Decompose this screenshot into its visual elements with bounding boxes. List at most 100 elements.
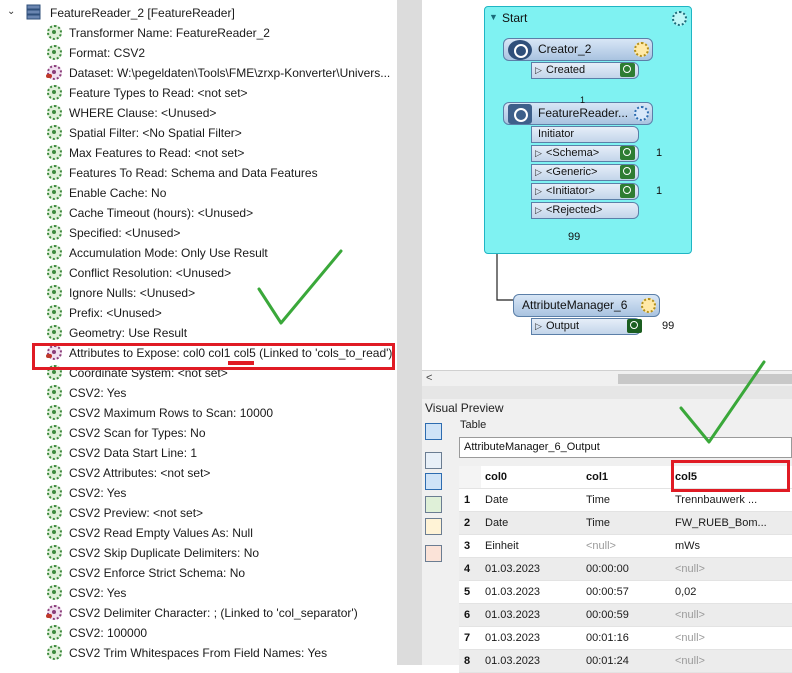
inspect-icon[interactable] (620, 165, 635, 179)
parameter-row[interactable]: CSV2: Yes (0, 583, 397, 603)
parameter-row[interactable]: CSV2 Enforce Strict Schema: No (0, 563, 397, 583)
table-cell[interactable]: 01.03.2023 (481, 604, 582, 627)
bookmark-title: Start (502, 11, 528, 25)
parameter-label: CSV2 Scan for Types: No (69, 426, 206, 440)
gear-icon (47, 85, 62, 100)
table-cell[interactable]: 00:01:16 (582, 627, 671, 650)
table-cell[interactable]: Date (481, 489, 582, 512)
table-cell[interactable]: 01.03.2023 (481, 627, 582, 650)
gear-icon (47, 265, 62, 280)
table-cell[interactable]: Time (582, 489, 671, 512)
table-cell[interactable]: <null> (582, 535, 671, 558)
chevron-down-icon[interactable]: ▼ (489, 12, 498, 22)
row-number: 7 (459, 627, 481, 650)
gear-icon[interactable] (634, 42, 649, 57)
visual-preview-title: Visual Preview (425, 401, 504, 415)
inspect-icon[interactable] (620, 146, 635, 160)
table-cell[interactable]: Einheit (481, 535, 582, 558)
parameter-row[interactable]: CSV2 Trim Whitespaces From Field Names: … (0, 643, 397, 663)
table-cell[interactable]: <null> (671, 604, 792, 627)
parameter-row[interactable]: Spatial Filter: <No Spatial Filter> (0, 123, 397, 143)
parameter-label: Enable Cache: No (69, 186, 167, 200)
col5-underline-mark (228, 361, 254, 365)
parameter-row[interactable]: Max Features to Read: <not set> (0, 143, 397, 163)
parameter-row[interactable]: Transformer Name: FeatureReader_2 (0, 23, 397, 43)
parameter-row[interactable]: Dataset: W:\pegeldaten\Tools\FME\zrxp-Ko… (0, 63, 397, 83)
parameter-row[interactable]: CSV2 Preview: <not set> (0, 503, 397, 523)
parameter-row[interactable]: CSV2 Delimiter Character: ; (Linked to '… (0, 603, 397, 623)
column-header-col0[interactable]: col0 (481, 466, 582, 489)
table-cell[interactable]: 00:00:59 (582, 604, 671, 627)
table-cell[interactable]: Trennbauwerk ... (671, 489, 792, 512)
parameter-row[interactable]: CSV2: 100000 (0, 623, 397, 643)
scroll-left-arrow[interactable]: < (426, 372, 432, 384)
gear-icon[interactable] (641, 298, 656, 313)
parameter-row[interactable]: CSV2: Yes (0, 383, 397, 403)
table-cell[interactable]: <null> (671, 558, 792, 581)
output-port[interactable]: Output (531, 318, 641, 335)
table-cell[interactable]: <null> (671, 627, 792, 650)
gear-icon (47, 585, 62, 600)
inspect-icon[interactable] (620, 184, 635, 198)
feature-reader-node[interactable]: FeatureReader... (503, 102, 653, 125)
zoom-inspect-icon[interactable] (425, 423, 442, 440)
table-cell[interactable]: mWs (671, 535, 792, 558)
table-cell[interactable]: FW_RUEB_Bom... (671, 512, 792, 535)
attribute-manager-node-name: AttributeManager_6 (522, 298, 628, 312)
schema-count: 1 (656, 147, 663, 159)
parameter-row[interactable]: CSV2 Scan for Types: No (0, 423, 397, 443)
chevron-down-icon[interactable]: ⌄ (7, 6, 15, 17)
table-cell[interactable]: 0,02 (671, 581, 792, 604)
parameter-row[interactable]: Features To Read: Schema and Data Featur… (0, 163, 397, 183)
window-icon[interactable] (425, 452, 442, 469)
table-view-icon[interactable] (425, 473, 442, 490)
parameter-row[interactable]: Enable Cache: No (0, 183, 397, 203)
inspect-point-icon[interactable] (425, 545, 442, 562)
table-cell[interactable]: Date (481, 512, 582, 535)
creator-node[interactable]: Creator_2 (503, 38, 653, 61)
gear-icon (47, 225, 62, 240)
table-cell[interactable]: 01.03.2023 (481, 581, 582, 604)
attribute-manager-node[interactable]: AttributeManager_6 (513, 294, 660, 317)
gear-icon (47, 405, 62, 420)
gear-icon (47, 105, 62, 120)
parameter-row[interactable]: CSV2 Attributes: <not set> (0, 463, 397, 483)
parameter-row[interactable]: CSV2 Maximum Rows to Scan: 10000 (0, 403, 397, 423)
parameter-row[interactable]: Specified: <Unused> (0, 223, 397, 243)
parameter-row[interactable]: CSV2: Yes (0, 483, 397, 503)
parameter-row[interactable]: Format: CSV2 (0, 43, 397, 63)
parameter-row[interactable]: CSV2 Skip Duplicate Delimiters: No (0, 543, 397, 563)
table-cell[interactable]: 00:00:00 (582, 558, 671, 581)
col5-header-highlight (671, 460, 790, 492)
table-cell[interactable]: Time (582, 512, 671, 535)
output-port-label: Output (546, 320, 580, 332)
inspect-icon[interactable] (620, 63, 635, 77)
tab-table[interactable]: Table (460, 419, 486, 431)
initiator-input-port[interactable]: Initiator (531, 126, 639, 143)
parameter-row[interactable]: CSV2 Read Empty Values As: Null (0, 523, 397, 543)
preview-data-table[interactable]: col0 col1 col5 1 Date Time Trennbauwerk ... 2 Da… (459, 466, 792, 673)
parameter-label: Conflict Resolution: <Unused> (69, 266, 232, 280)
parameter-row[interactable]: Cache Timeout (hours): <Unused> (0, 203, 397, 223)
table-cell[interactable]: 01.03.2023 (481, 650, 582, 673)
parameter-label: WHERE Clause: <Unused> (69, 106, 217, 120)
table-cell[interactable]: 01.03.2023 (481, 558, 582, 581)
preview-toolbar (422, 419, 444, 665)
panel-splitter[interactable] (397, 0, 422, 665)
table-cell[interactable]: 00:00:57 (582, 581, 671, 604)
eye-icon[interactable] (627, 319, 642, 333)
gear-icon (47, 425, 62, 440)
parameter-row[interactable]: WHERE Clause: <Unused> (0, 103, 397, 123)
info-icon[interactable] (425, 518, 442, 535)
table-cell[interactable]: 00:01:24 (582, 650, 671, 673)
parameter-row[interactable]: CSV2 Data Start Line: 1 (0, 443, 397, 463)
rejected-port[interactable]: <Rejected> (531, 202, 639, 219)
gear-icon[interactable] (672, 11, 687, 26)
table-cell[interactable]: <null> (671, 650, 792, 673)
parameter-row[interactable]: Feature Types to Read: <not set> (0, 83, 397, 103)
gear-icon[interactable] (634, 106, 649, 121)
graphics-view-icon[interactable] (425, 496, 442, 513)
creator-icon (508, 40, 532, 60)
column-header-col1[interactable]: col1 (582, 466, 671, 489)
feature-reader-node-name: FeatureReader... (538, 106, 629, 120)
